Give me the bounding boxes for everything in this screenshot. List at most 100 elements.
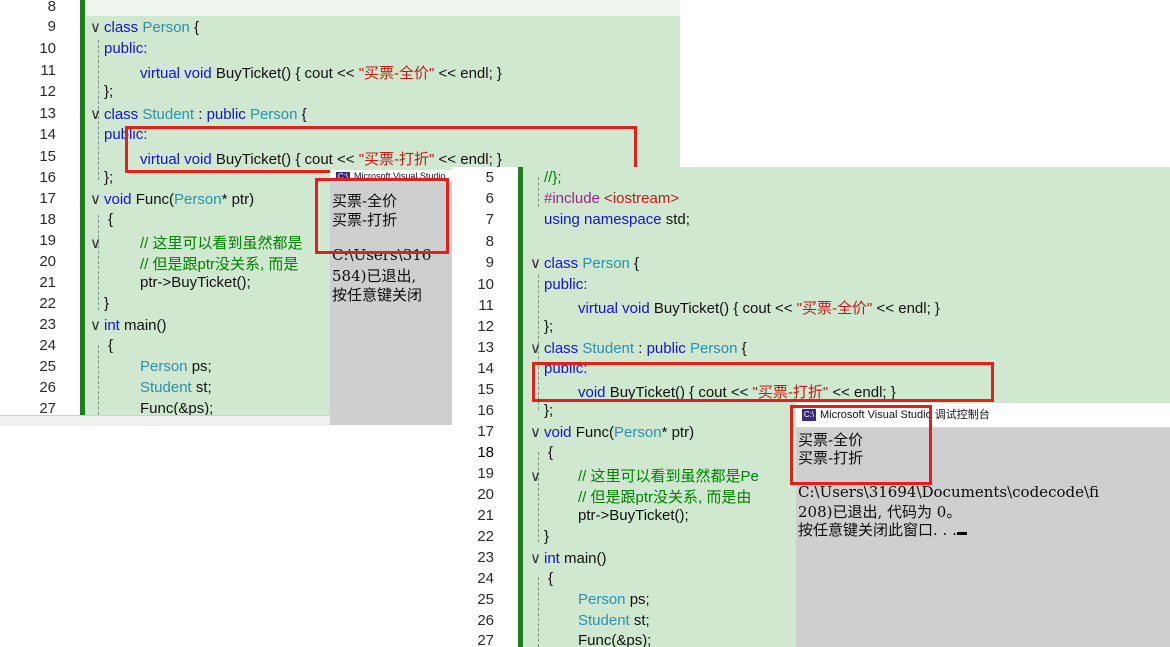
right-indent-guide — [538, 177, 539, 207]
code-line[interactable]: { — [548, 570, 553, 587]
line-number: 10 — [39, 40, 56, 57]
right-change-indicator-bar — [518, 167, 523, 647]
line-number: 27 — [477, 632, 494, 647]
line-number: 10 — [477, 276, 494, 293]
left-change-indicator-bar — [80, 0, 85, 425]
code-line[interactable]: }; — [104, 83, 113, 100]
code-line[interactable]: ptr->BuyTicket(); — [140, 274, 251, 291]
highlight-box-right-output — [790, 405, 932, 485]
code-line-current[interactable]: { — [548, 444, 553, 461]
line-number: 8 — [47, 0, 56, 15]
text-cursor — [956, 532, 967, 535]
line-number: 14 — [477, 360, 494, 377]
code-line[interactable]: { — [108, 337, 113, 354]
fold-chevron-icon[interactable]: ∨ — [90, 234, 104, 252]
code-line[interactable]: }; — [544, 402, 553, 419]
code-line[interactable]: using namespace std; — [544, 211, 690, 228]
left-editor-status-bar — [0, 415, 330, 426]
code-line[interactable]: ptr->BuyTicket(); — [578, 507, 689, 524]
fold-chevron-icon[interactable]: ∨ — [90, 190, 104, 208]
line-number: 20 — [39, 253, 56, 270]
line-number: 24 — [477, 570, 494, 587]
line-number: 13 — [477, 339, 494, 356]
code-line[interactable]: }; — [104, 169, 113, 186]
left-indent-guide — [98, 215, 99, 310]
line-number: 15 — [39, 148, 56, 165]
code-line[interactable]: { — [108, 211, 113, 228]
code-line[interactable]: Func(&ps); — [578, 632, 651, 647]
line-number: 21 — [39, 274, 56, 291]
console-output-line: 584)已退出, — [332, 267, 417, 285]
code-line[interactable]: // 但是跟ptr没关系, 而是由 — [578, 486, 751, 507]
line-number: 13 — [39, 105, 56, 122]
code-line[interactable]: ∨ class Student : public Person { — [90, 105, 307, 123]
line-number: 23 — [477, 549, 494, 566]
line-number: 18 — [39, 211, 56, 228]
line-number: 19 — [477, 465, 494, 482]
line-number: 19 — [39, 232, 56, 249]
line-number: 26 — [39, 379, 56, 396]
line-number: 15 — [477, 381, 494, 398]
fold-chevron-icon[interactable]: ∨ — [530, 423, 544, 441]
code-line[interactable]: ∨ void Func(Person* ptr) — [530, 423, 694, 441]
code-line[interactable]: ∨// 这里可以看到虽然都是 — [90, 232, 303, 253]
code-line[interactable]: // 但是跟ptr没关系, 而是 — [140, 253, 298, 274]
fold-chevron-icon[interactable]: ∨ — [530, 339, 544, 357]
code-line[interactable]: public: — [544, 276, 587, 293]
console-output-line: 按任意键关闭 — [332, 286, 423, 304]
fold-chevron-icon[interactable]: ∨ — [530, 549, 544, 567]
code-line[interactable]: ∨ int main() — [530, 549, 607, 567]
fold-chevron-icon[interactable]: ∨ — [90, 18, 104, 36]
line-number: 24 — [39, 337, 56, 354]
code-line[interactable]: ∨ class Student : public Person { — [530, 339, 747, 357]
code-line[interactable]: //}; — [544, 169, 562, 186]
line-number: 12 — [39, 83, 56, 100]
fold-chevron-icon[interactable]: ∨ — [530, 254, 544, 272]
code-line[interactable]: }; — [544, 318, 553, 335]
code-line[interactable]: } — [544, 528, 549, 545]
left-indent-guide — [98, 345, 99, 420]
line-number: 17 — [477, 423, 494, 440]
fold-chevron-icon[interactable]: ∨ — [90, 316, 104, 334]
line-number: 8 — [485, 233, 494, 250]
left-editor-top-strip — [86, 0, 680, 16]
line-number-current: 18 — [477, 444, 494, 461]
right-indent-guide — [538, 577, 539, 647]
line-number: 21 — [477, 507, 494, 524]
line-number: 23 — [39, 316, 56, 333]
line-number: 9 — [47, 18, 56, 35]
code-line[interactable]: ∨ class Person { — [90, 18, 199, 36]
line-number: 25 — [477, 591, 494, 608]
fold-chevron-icon[interactable]: ∨ — [530, 467, 544, 485]
code-line[interactable]: Person ps; — [140, 358, 212, 375]
line-number: 12 — [477, 318, 494, 335]
line-number: 16 — [477, 402, 494, 419]
line-number: 11 — [40, 62, 56, 79]
code-line[interactable]: Student st; — [140, 379, 212, 396]
console-output-line: C:\Users\31694\Documents\codecode\fi — [798, 483, 1100, 501]
line-number: 11 — [478, 297, 494, 314]
console-output-line: 按任意键关闭此窗口. . . — [798, 519, 967, 540]
code-line[interactable]: virtual void BuyTicket() { cout << "买票-全… — [140, 62, 502, 83]
fold-chevron-icon[interactable]: ∨ — [90, 105, 104, 123]
line-number: 26 — [477, 612, 494, 629]
code-line[interactable]: virtual void BuyTicket() { cout << "买票-全… — [578, 297, 940, 318]
code-line[interactable]: Student st; — [578, 612, 650, 629]
code-line[interactable]: public: — [104, 40, 147, 57]
line-number: 17 — [39, 190, 56, 207]
code-line[interactable]: Person ps; — [578, 591, 650, 608]
line-number: 6 — [485, 190, 494, 207]
highlight-box-left-output — [315, 178, 449, 254]
code-line[interactable]: #include <iostream> — [544, 190, 679, 207]
line-number: 9 — [485, 254, 494, 271]
line-number: 5 — [485, 169, 494, 186]
highlight-box-left-override — [125, 126, 637, 173]
code-line[interactable]: ∨ void Func(Person* ptr) — [90, 190, 254, 208]
code-line[interactable]: ∨// 这里可以看到虽然都是Pe — [530, 465, 759, 486]
highlight-box-right-override — [532, 362, 994, 402]
line-number: 7 — [485, 211, 494, 228]
code-line[interactable]: } — [104, 295, 109, 312]
line-number: 16 — [39, 169, 56, 186]
code-line[interactable]: ∨ int main() — [90, 316, 167, 334]
code-line[interactable]: ∨ class Person { — [530, 254, 639, 272]
